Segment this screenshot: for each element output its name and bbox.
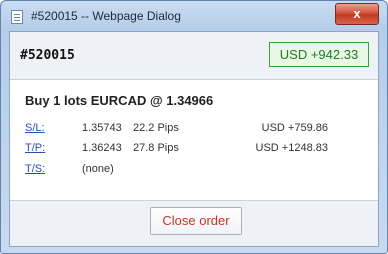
- order-header: #520015 USD +942.33: [10, 32, 378, 80]
- take-profit-row: T/P: 1.36243 27.8 Pips USD +1248.83: [10, 142, 378, 160]
- dialog-window: #520015 -- Webpage Dialog x #520015 USD …: [0, 0, 388, 254]
- take-profit-link[interactable]: T/P:: [25, 142, 45, 154]
- dialog-content: #520015 USD +942.33 Buy 1 lots EURCAD @ …: [9, 31, 379, 247]
- window-close-button[interactable]: x: [335, 3, 379, 25]
- trailing-stop-row: T/S: (none): [10, 163, 378, 181]
- take-profit-amount: USD +1248.83: [255, 142, 328, 154]
- take-profit-pips: 27.8 Pips: [133, 142, 179, 154]
- stop-loss-pips: 22.2 Pips: [133, 122, 179, 134]
- dialog-footer: Close order: [10, 200, 378, 246]
- stop-loss-row: S/L: 1.35743 22.2 Pips USD +759.86: [10, 122, 378, 140]
- title-bar[interactable]: #520015 -- Webpage Dialog x: [1, 1, 387, 31]
- stop-loss-link[interactable]: S/L:: [25, 122, 45, 134]
- stop-loss-price: 1.35743: [82, 122, 122, 134]
- take-profit-price: 1.36243: [82, 142, 122, 154]
- close-order-button[interactable]: Close order: [150, 207, 242, 235]
- window-title: #520015 -- Webpage Dialog: [31, 9, 181, 23]
- order-id: #520015: [20, 48, 75, 63]
- stop-loss-amount: USD +759.86: [261, 122, 328, 134]
- trailing-stop-link[interactable]: T/S:: [25, 163, 45, 175]
- trailing-stop-value: (none): [82, 163, 114, 175]
- trade-title: Buy 1 lots EURCAD @ 1.34966: [25, 93, 214, 108]
- page-icon: [11, 10, 23, 24]
- profit-badge: USD +942.33: [269, 42, 369, 67]
